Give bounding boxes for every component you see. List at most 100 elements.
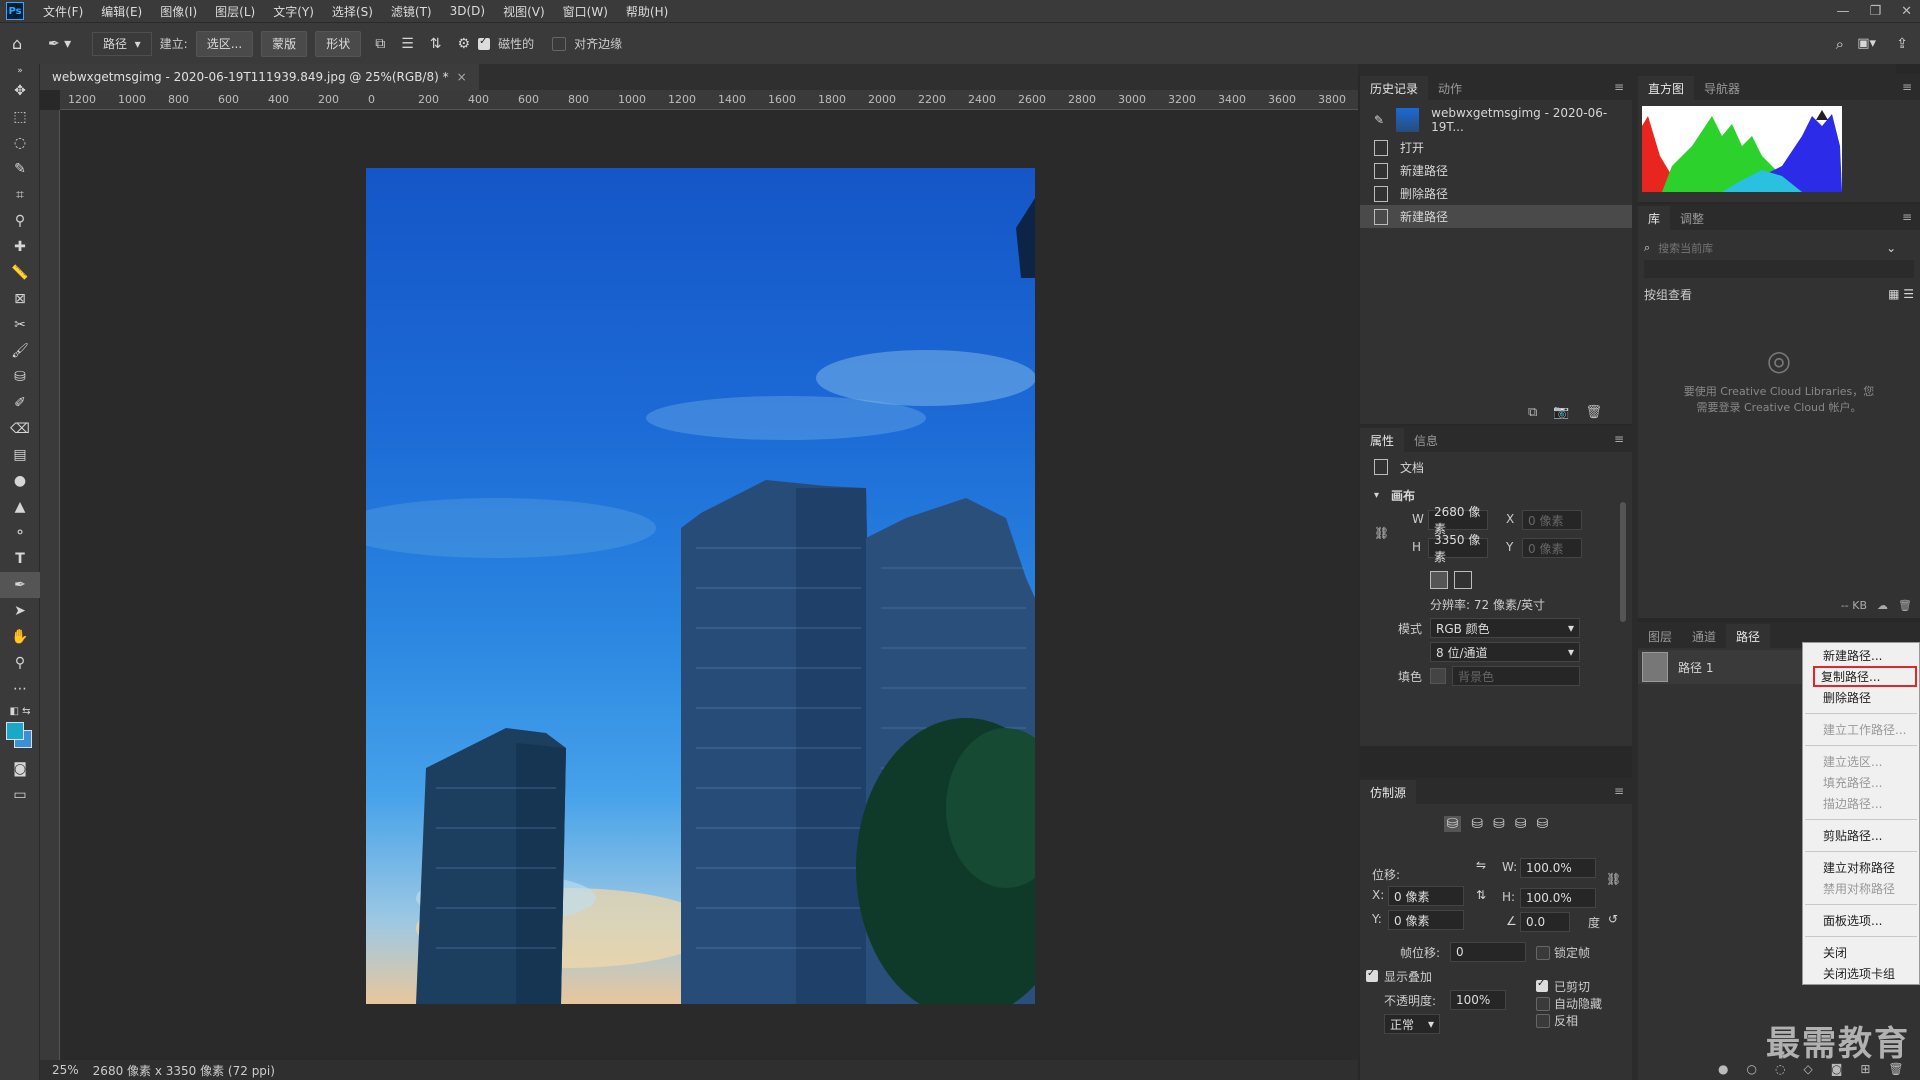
screen-mode-icon[interactable]: ▭ xyxy=(0,782,40,808)
tab-channels[interactable]: 通道 xyxy=(1682,624,1726,648)
library-select[interactable] xyxy=(1644,260,1914,278)
context-menu-item[interactable]: 面板选项... xyxy=(1803,910,1919,931)
context-menu-item[interactable]: 关闭 xyxy=(1803,942,1919,963)
eyedropper-tool-icon[interactable]: ⚲ xyxy=(0,208,40,234)
clipped-checkbox[interactable] xyxy=(1536,978,1548,992)
panel-menu-icon[interactable]: ≡ xyxy=(1614,80,1624,94)
context-menu-item[interactable]: 建立对称路径 xyxy=(1803,857,1919,878)
close-window-icon[interactable]: ✕ xyxy=(1901,4,1912,19)
auto-hide-checkbox[interactable] xyxy=(1536,997,1550,1011)
align-edges-checkbox[interactable] xyxy=(552,36,567,51)
menu-select[interactable]: 选择(S) xyxy=(323,3,382,20)
new-document-from-state-icon[interactable]: ⧉ xyxy=(1528,405,1537,420)
panel-menu-icon[interactable]: ≡ xyxy=(1614,784,1624,798)
clone-source-2-icon[interactable]: ⛁ xyxy=(1471,816,1483,832)
default-colors-icon[interactable]: ◧ ⇆ xyxy=(0,702,40,720)
eraser-tool-icon[interactable]: ⌫ xyxy=(0,416,40,442)
more-tools-icon[interactable]: ⋯ xyxy=(0,676,40,702)
blend-mode-select[interactable]: 正常 ▾ xyxy=(1384,1014,1440,1034)
camera-icon[interactable]: 📷 xyxy=(1553,405,1569,420)
history-item-selected[interactable]: 新建路径 xyxy=(1360,205,1632,228)
grid-view-icon[interactable]: ▦ ☰ xyxy=(1888,287,1914,301)
cloud-sync-icon[interactable]: ☁ xyxy=(1877,599,1888,612)
menu-view[interactable]: 视图(V) xyxy=(494,3,554,20)
trash-icon[interactable]: 🗑 xyxy=(1898,599,1912,612)
document-tab[interactable]: webwxgetmsgimg - 2020-06-19T111939.849.j… xyxy=(40,64,479,90)
scissors-tool-icon[interactable]: ✂ xyxy=(0,312,40,338)
tab-layers[interactable]: 图层 xyxy=(1638,624,1682,648)
dodge-tool-icon[interactable]: ⚬ xyxy=(0,520,40,546)
make-shape-button[interactable]: 形状 xyxy=(315,30,362,57)
duplicate-path-menu-item[interactable]: 复制路径... xyxy=(1813,666,1917,687)
canvas-area[interactable] xyxy=(60,110,1358,1060)
context-menu-item[interactable]: 新建路径... xyxy=(1803,645,1919,666)
move-tool-icon[interactable]: ✥ xyxy=(0,78,40,104)
canvas-section-header[interactable]: ▾ 画布 xyxy=(1360,482,1632,508)
show-overlay-checkbox[interactable] xyxy=(1366,968,1378,982)
menu-3d[interactable]: 3D(D) xyxy=(441,4,494,18)
tab-adjustments[interactable]: 调整 xyxy=(1670,206,1714,230)
type-tool-icon[interactable]: T xyxy=(0,546,40,572)
clone-source-4-icon[interactable]: ⛁ xyxy=(1515,816,1527,832)
clone-source-3-icon[interactable]: ⛁ xyxy=(1493,816,1505,832)
fill-swatch[interactable] xyxy=(1430,668,1446,684)
search-icon[interactable]: ⌕ xyxy=(1836,35,1844,53)
tool-mode-select[interactable]: 路径 ▾ xyxy=(92,31,152,56)
gradient-tool-icon[interactable]: ▤ xyxy=(0,442,40,468)
dock-collapse-bar[interactable] xyxy=(1358,64,1896,74)
x-field[interactable]: 0 像素 xyxy=(1522,510,1582,530)
landscape-icon[interactable] xyxy=(1454,571,1472,589)
library-search-input[interactable] xyxy=(1656,240,1881,256)
zoom-tool-icon[interactable]: ⚲ xyxy=(0,650,40,676)
menu-image[interactable]: 图像(I) xyxy=(151,3,206,20)
clone-height-field[interactable]: 100.0% xyxy=(1520,888,1596,908)
flip-vertical-icon[interactable]: ⇅ xyxy=(1476,888,1486,902)
menu-filter[interactable]: 滤镜(T) xyxy=(382,3,441,20)
view-by-group[interactable]: 按组查看 xyxy=(1644,286,1692,303)
panel-menu-icon[interactable]: ≡ xyxy=(1902,210,1912,224)
panel-menu-icon[interactable]: ≡ xyxy=(1902,80,1912,94)
tab-clone-source[interactable]: 仿制源 xyxy=(1360,780,1417,804)
stroke-path-icon[interactable]: ○ xyxy=(1746,1062,1756,1076)
opacity-field[interactable]: 100% xyxy=(1450,990,1506,1010)
history-item[interactable]: 打开 xyxy=(1360,136,1632,159)
menu-edit[interactable]: 编辑(E) xyxy=(92,3,151,20)
quick-mask-icon[interactable]: ◙ xyxy=(0,756,40,782)
menu-file[interactable]: 文件(F) xyxy=(34,3,92,20)
freeform-pen-icon[interactable]: ✒ ▾ xyxy=(48,36,84,52)
path-alignment-icon[interactable]: ☰ xyxy=(401,36,414,52)
history-brush-tool-icon[interactable]: ✐ xyxy=(0,390,40,416)
pen-tool-icon[interactable]: ✒ xyxy=(0,572,40,598)
history-snapshot[interactable]: ✎ webwxgetmsgimg - 2020-06-19T... xyxy=(1360,104,1632,136)
history-item[interactable]: 新建路径 xyxy=(1360,159,1632,182)
tab-paths[interactable]: 路径 xyxy=(1726,624,1771,648)
clone-source-1-icon[interactable]: ⛁ xyxy=(1443,816,1462,832)
context-menu-item[interactable]: 关闭选项卡组 xyxy=(1803,963,1919,984)
make-selection-button[interactable]: 选区... xyxy=(195,30,254,57)
hand-tool-icon[interactable]: ✋ xyxy=(0,624,40,650)
path-arrangement-icon[interactable]: ⇅ xyxy=(430,36,442,52)
quick-select-tool-icon[interactable]: ✎ xyxy=(0,156,40,182)
path-select-tool-icon[interactable]: ➤ xyxy=(0,598,40,624)
clone-width-field[interactable]: 100.0% xyxy=(1520,858,1596,878)
healing-brush-tool-icon[interactable]: ✚ xyxy=(0,234,40,260)
close-tab-icon[interactable]: × xyxy=(457,70,467,84)
collapse-icon[interactable]: » xyxy=(0,64,40,78)
workspace-icon[interactable]: ▣▾ xyxy=(1857,36,1876,51)
foreground-color-swatch[interactable] xyxy=(6,722,24,740)
clone-stamp-tool-icon[interactable]: ⛁ xyxy=(0,364,40,390)
properties-scrollbar[interactable] xyxy=(1620,502,1626,622)
context-menu-item[interactable]: 删除路径 xyxy=(1803,687,1919,708)
frame-offset-field[interactable]: 0 xyxy=(1450,942,1526,962)
frame-tool-icon[interactable]: ⊠ xyxy=(0,286,40,312)
home-icon[interactable]: ⌂ xyxy=(12,34,40,53)
bit-depth-select[interactable]: 8 位/通道 ▾ xyxy=(1430,642,1580,662)
menu-layer[interactable]: 图层(L) xyxy=(206,3,264,20)
minimize-icon[interactable]: — xyxy=(1836,4,1849,19)
share-icon[interactable]: ⇪ xyxy=(1896,36,1908,52)
lasso-tool-icon[interactable]: ◌ xyxy=(0,130,40,156)
tab-info[interactable]: 信息 xyxy=(1404,428,1448,452)
context-menu-item[interactable]: 剪贴路径... xyxy=(1803,825,1919,846)
restore-icon[interactable]: ❐ xyxy=(1869,4,1881,19)
blur-tool-icon[interactable]: ● xyxy=(0,468,40,494)
